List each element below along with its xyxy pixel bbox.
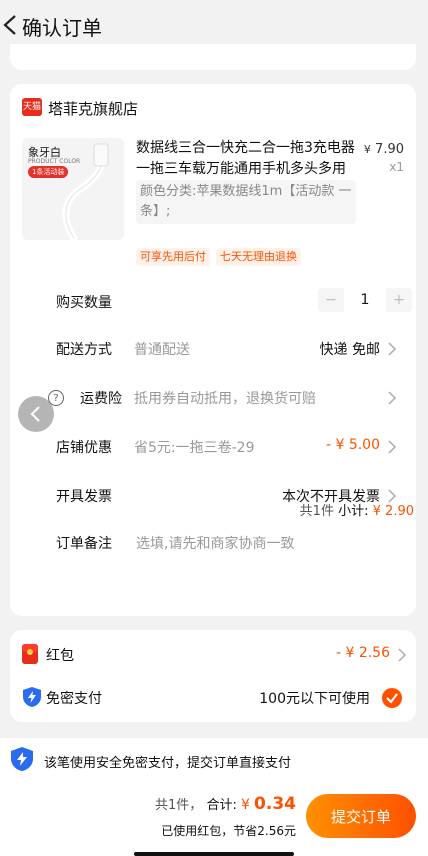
page-title: 确认订单 (22, 16, 102, 40)
shipping-insurance-row[interactable]: ? 运费险 抵用券自动抵用，退换货可赔 (48, 386, 396, 410)
total-symbol: ¥ (240, 797, 250, 813)
store-discount-amount: - ¥ 5.00 (325, 437, 380, 453)
chevron-right-icon (388, 440, 396, 454)
store-name[interactable]: 塔菲克旗舰店 (48, 98, 138, 119)
subtotal-symbol: ¥ (372, 504, 381, 519)
thumb-color-caption: PRODUCT COLOR (28, 158, 81, 165)
quantity-value[interactable]: 1 (344, 288, 386, 312)
red-packet-icon (22, 644, 38, 664)
security-notice: 该笔使用安全免密支付，提交订单直接支付 (44, 756, 292, 771)
quantity-label: 购买数量 (56, 295, 112, 311)
tag-seven-day-return: 七天无理由退换 (216, 248, 301, 266)
subtotal-amount: 2.90 (385, 504, 414, 519)
savings-note: 已使用红包，节省2.56元 (161, 824, 296, 838)
decrease-button[interactable]: − (318, 288, 344, 312)
sku-selector[interactable]: 颜色分类:苹果数据线1m【活动款 一条】; (136, 180, 356, 224)
quantity-stepper[interactable]: − 1 + (318, 288, 412, 312)
home-indicator (134, 852, 294, 856)
red-packet-label: 红包 (46, 648, 74, 664)
submit-order-button[interactable]: 提交订单 (306, 794, 416, 838)
price-symbol: ¥ (363, 143, 371, 156)
checkout-bar: 该笔使用安全免密支付，提交订单直接支付 共1件， 合计: ¥ 0.34 已使用红… (0, 738, 428, 856)
order-note-input[interactable]: 选填,请先和商家协商一致 (136, 533, 294, 553)
red-packet-amount: - ¥ 2.56 (335, 645, 390, 661)
product-thumbnail[interactable]: 象牙白 PRODUCT COLOR 1条活动装 (22, 138, 124, 240)
store-discount-row[interactable]: 店铺优惠 省5元:一拖三卷-29 - ¥ 5.00 (56, 435, 396, 459)
chevron-right-icon (388, 342, 396, 356)
carousel-left-button[interactable] (18, 396, 54, 432)
total-amount: 0.34 (254, 794, 296, 814)
red-packet-row[interactable]: 红包 - ¥ 2.56 (46, 643, 406, 667)
no-password-limit: 100元以下可使用 (259, 691, 370, 707)
shipping-row[interactable]: 配送方式 普通配送 快递 免邮 (56, 337, 396, 361)
no-password-pay-row[interactable]: 免密支付 100元以下可使用 (46, 686, 406, 710)
address-card-bottom (10, 44, 416, 70)
order-note-row[interactable]: 订单备注 选填,请先和商家协商一致 (56, 531, 396, 555)
tag-pay-later: 可享先用后付 (136, 248, 210, 266)
store-discount-label: 店铺优惠 (56, 440, 112, 456)
shield-lightning-icon (23, 687, 41, 707)
tmall-logo-icon: 天猫 (22, 98, 42, 116)
insurance-label: 运费险 (80, 391, 122, 407)
back-arrow-icon[interactable] (2, 14, 20, 36)
thumb-pack-badge: 1条活动装 (28, 166, 69, 178)
checkmark-icon[interactable] (382, 688, 402, 708)
shipping-method: 普通配送 (134, 342, 190, 358)
order-total: 共1件， 合计: ¥ 0.34 (155, 794, 296, 814)
chevron-left-icon (30, 406, 40, 422)
increase-button[interactable]: + (386, 288, 412, 312)
chevron-right-icon (388, 391, 396, 405)
chevron-right-icon (398, 648, 406, 662)
order-note-label: 订单备注 (56, 536, 112, 552)
total-label: 合计: (206, 798, 237, 813)
no-password-label: 免密支付 (46, 691, 102, 707)
subtotal-count: 共1件 (299, 504, 334, 519)
total-count: 共1件， (155, 798, 203, 813)
product-quantity: x1 (389, 160, 404, 174)
price-value: 7.90 (375, 142, 404, 157)
service-tags: 可享先用后付 七天无理由退换 (136, 248, 301, 266)
shipping-label: 配送方式 (56, 342, 112, 358)
shipping-fee: 快递 免邮 (319, 342, 380, 358)
invoice-label: 开具发票 (56, 489, 112, 505)
store-discount-desc: 省5元:一拖三卷-29 (134, 440, 255, 456)
product-price: ¥ 7.90 (364, 142, 404, 157)
subtotal: 共1件 小计: ¥ 2.90 (300, 500, 414, 519)
subtotal-label: 小计: (338, 504, 369, 519)
insurance-desc: 抵用券自动抵用，退换货可赔 (134, 391, 316, 407)
payment-card: 红包 - ¥ 2.56 免密支付 100元以下可使用 (10, 630, 416, 722)
shield-lightning-icon (11, 747, 33, 771)
